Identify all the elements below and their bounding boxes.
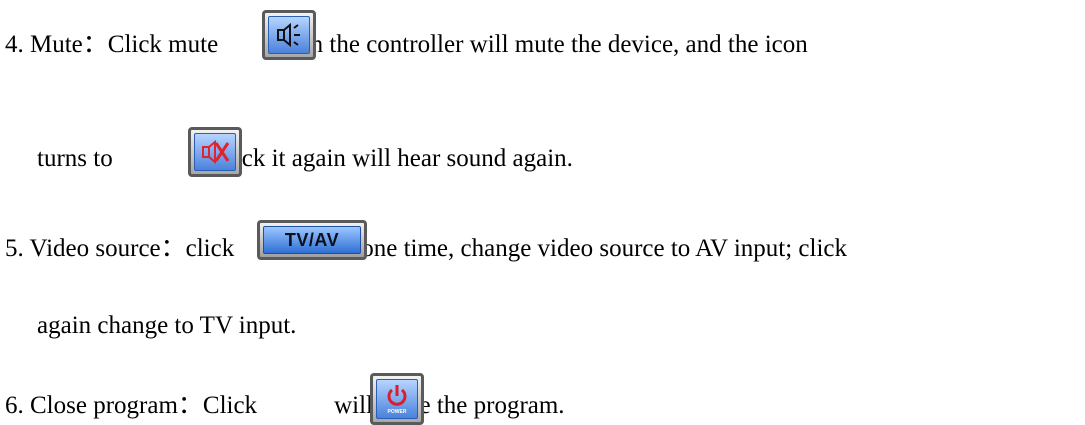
speaker-muted-icon bbox=[202, 139, 230, 165]
muted-state-button[interactable] bbox=[188, 127, 242, 177]
mute-instruction-line: 4. Mute：Click mute on the controller will… bbox=[5, 30, 808, 60]
close-desc-text: will close the program. bbox=[334, 392, 565, 419]
mute-lead-text: 4. Mute：Click mute bbox=[5, 31, 219, 58]
mute-button[interactable] bbox=[262, 10, 316, 60]
tv-av-label: TV/AV bbox=[263, 226, 361, 254]
power-button[interactable]: POWER bbox=[370, 373, 424, 425]
power-icon bbox=[387, 385, 407, 406]
video-source-lead-text: 5. Video source：click bbox=[5, 235, 235, 262]
turns-to-text: turns to bbox=[37, 145, 113, 172]
close-program-line: 6. Close program：Click will close the pro… bbox=[5, 391, 565, 421]
tv-input-text: again change to TV input. bbox=[37, 312, 297, 339]
tv-av-button[interactable]: TV/AV bbox=[257, 220, 367, 260]
mute-desc-text: on the controller will mute the device, … bbox=[298, 31, 808, 58]
close-lead-text: 6. Close program：Click bbox=[5, 392, 258, 419]
unmute-text: . Click it again will hear sound again. bbox=[198, 145, 573, 172]
mute-continuation-line: turns to . Click it again will hear sound… bbox=[37, 144, 573, 174]
power-label: POWER bbox=[387, 409, 407, 415]
video-source-continuation-line: again change to TV input. bbox=[37, 311, 296, 341]
video-source-line: 5. Video source：click one time, change vi… bbox=[5, 234, 847, 264]
video-source-desc-text: one time, change video source to AV inpu… bbox=[361, 235, 848, 262]
speaker-icon bbox=[277, 22, 300, 48]
